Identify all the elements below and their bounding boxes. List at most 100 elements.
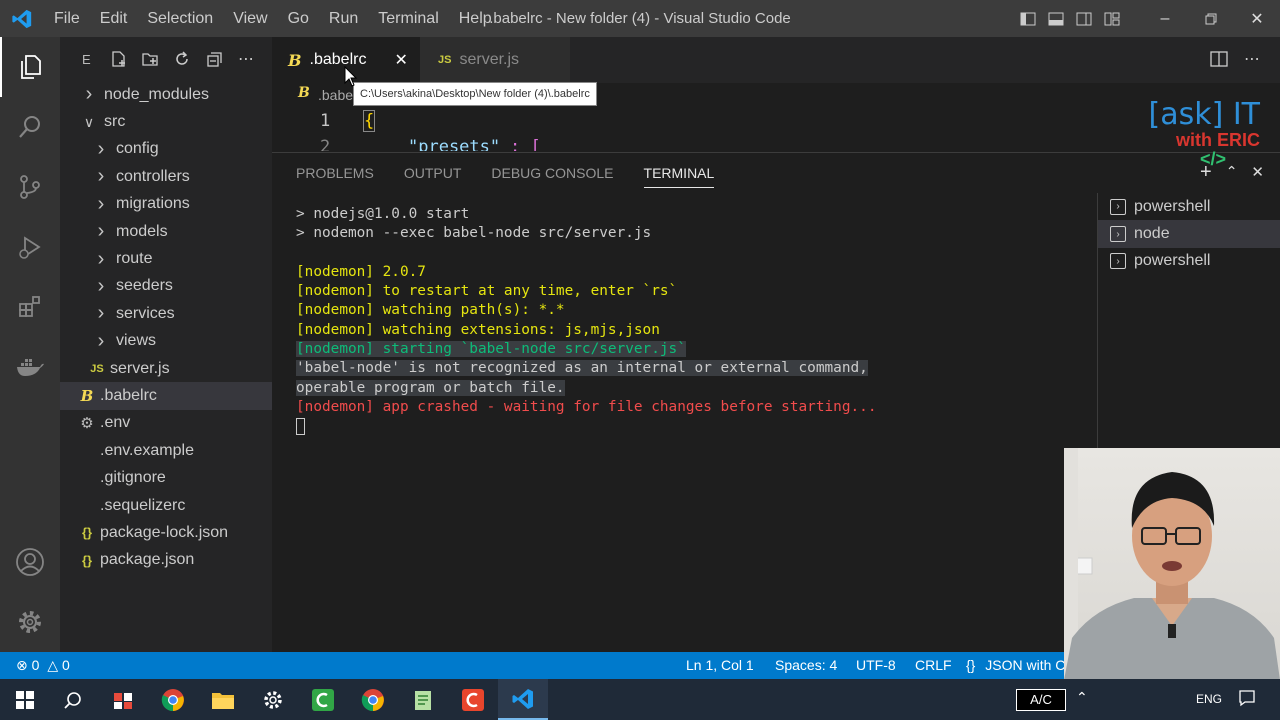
channel-watermark: [ask] IT with ERIC </> [1148,100,1260,169]
file-explorer-icon[interactable] [198,679,248,720]
restore-icon[interactable] [1188,0,1234,37]
terminal-list: › powershell › node › powershell [1097,193,1280,448]
item-label: package-lock.json [100,523,229,541]
collapse-all-icon[interactable] [198,47,230,71]
webcam-presenter [1064,448,1280,680]
folder-item[interactable]: › migrations [60,191,272,218]
editor-more-icon[interactable]: ⋯ [1244,49,1260,69]
language-mode[interactable]: {} JSON with C [966,652,1065,679]
file-item[interactable]: JS server.js [60,355,272,382]
taskbar-search-icon[interactable] [48,679,98,720]
menu-run[interactable]: Run [319,0,368,37]
indentation[interactable]: Spaces: 4 [775,652,837,679]
split-editor-icon[interactable] [1210,50,1228,71]
line-number: 1 [320,111,331,131]
tab-terminal[interactable]: TERMINAL [643,165,715,188]
camtasia-recorder-icon[interactable] [448,679,498,720]
item-label: .env.example [100,441,194,459]
end-of-line[interactable]: CRLF [915,652,952,679]
tab-server-js[interactable]: JS server.js [420,37,570,83]
more-actions-icon[interactable]: ⋯ [230,47,262,71]
menu-help[interactable]: Help [449,0,502,37]
terminal-output[interactable]: > nodejs@1.0.0 start > nodemon --exec bab… [296,205,876,437]
folder-item[interactable]: ∨ src [60,108,272,135]
close-tab-icon[interactable]: ✕ [394,50,407,70]
taskbar-app-icon[interactable] [98,679,148,720]
folder-item[interactable]: › views [60,328,272,355]
file-item[interactable]: .env.example [60,437,272,464]
run-debug-icon[interactable] [0,217,60,277]
terminal-instance-node[interactable]: › node [1098,220,1280,248]
customize-layout-icon[interactable] [1098,0,1126,37]
file-item[interactable]: ⚙ .env [60,410,272,437]
menu-terminal[interactable]: Terminal [368,0,448,37]
new-file-icon[interactable] [102,47,134,71]
terminal-line-text: [nodemon] app crashed - waiting for file… [296,398,877,415]
file-item[interactable]: .gitignore [60,464,272,491]
folder-item[interactable]: › controllers [60,163,272,190]
problems-status[interactable]: ⊗ 0 △ 0 [16,652,70,679]
minimize-icon[interactable]: – [1142,0,1188,37]
file-item[interactable]: B .babelrc [60,382,272,410]
language-indicator[interactable]: ENG [1196,692,1222,706]
refresh-icon[interactable] [166,47,198,71]
warning-icon: △ [47,657,59,673]
folder-item[interactable]: › route [60,245,272,272]
file-item[interactable]: {} package.json [60,547,272,574]
terminal-line: [nodemon] watching path(s): *.* [296,301,876,320]
terminal-line: > nodemon --exec babel-node src/server.j… [296,224,876,243]
account-icon[interactable] [0,532,60,592]
item-label: config [116,140,159,158]
file-item[interactable]: {} package-lock.json [60,519,272,546]
code-text[interactable]: { [362,110,376,132]
terminal-line: [nodemon] 2.0.7 [296,263,876,282]
new-folder-icon[interactable] [134,47,166,71]
menu-selection[interactable]: Selection [137,0,223,37]
toggle-panel-icon[interactable] [1042,0,1070,37]
menu-edit[interactable]: Edit [90,0,138,37]
vscode-taskbar-icon[interactable] [498,679,548,720]
chevron-down-icon: ∨ [83,113,95,130]
item-label: .gitignore [100,469,166,487]
menu-go[interactable]: Go [278,0,319,37]
explorer-icon[interactable] [0,37,60,97]
file-item[interactable]: .sequelizerc [60,492,272,519]
notepad-icon[interactable] [398,679,448,720]
toggle-sidebar-icon[interactable] [1014,0,1042,37]
folder-item[interactable]: › models [60,218,272,245]
menu-file[interactable]: File [44,0,90,37]
folder-item[interactable]: › config [60,136,272,163]
chrome-icon[interactable] [148,679,198,720]
menu-view[interactable]: View [223,0,277,37]
toggle-secondary-sidebar-icon[interactable] [1070,0,1098,37]
notification-icon[interactable] [1238,689,1256,710]
start-windows-icon[interactable] [0,679,50,720]
terminal-instance-powershell[interactable]: › powershell [1098,248,1280,275]
folder-item[interactable]: › node_modules [60,81,272,108]
keyboard-mode-badge[interactable]: A/C [1016,689,1066,711]
source-control-icon[interactable] [0,157,60,217]
babel-icon: B [288,50,302,70]
close-window-icon[interactable]: ✕ [1234,0,1280,37]
extensions-icon[interactable] [0,277,60,337]
item-label: package.json [100,551,195,569]
manage-gear-icon[interactable] [0,592,60,652]
camtasia-icon[interactable] [298,679,348,720]
code-key[interactable]: "presets" [408,137,500,151]
terminal-cursor [296,417,876,436]
docker-icon[interactable] [0,337,60,397]
chrome-profile-icon[interactable] [348,679,398,720]
settings-gear-icon[interactable] [248,679,298,720]
folder-item[interactable]: › services [60,300,272,327]
item-label: .env [100,414,131,432]
tray-chevron-icon[interactable]: ⌃ [1076,689,1088,706]
terminal-line: > nodejs@1.0.0 start [296,205,876,224]
tab-output[interactable]: OUTPUT [404,165,462,188]
search-icon[interactable] [0,97,60,157]
tab-debug-console[interactable]: DEBUG CONSOLE [491,165,613,188]
encoding[interactable]: UTF-8 [856,652,896,679]
tab-problems[interactable]: PROBLEMS [296,165,374,188]
terminal-instance-powershell[interactable]: › powershell [1098,193,1280,220]
folder-item[interactable]: › seeders [60,273,272,300]
cursor-position[interactable]: Ln 1, Col 1 [686,652,754,679]
